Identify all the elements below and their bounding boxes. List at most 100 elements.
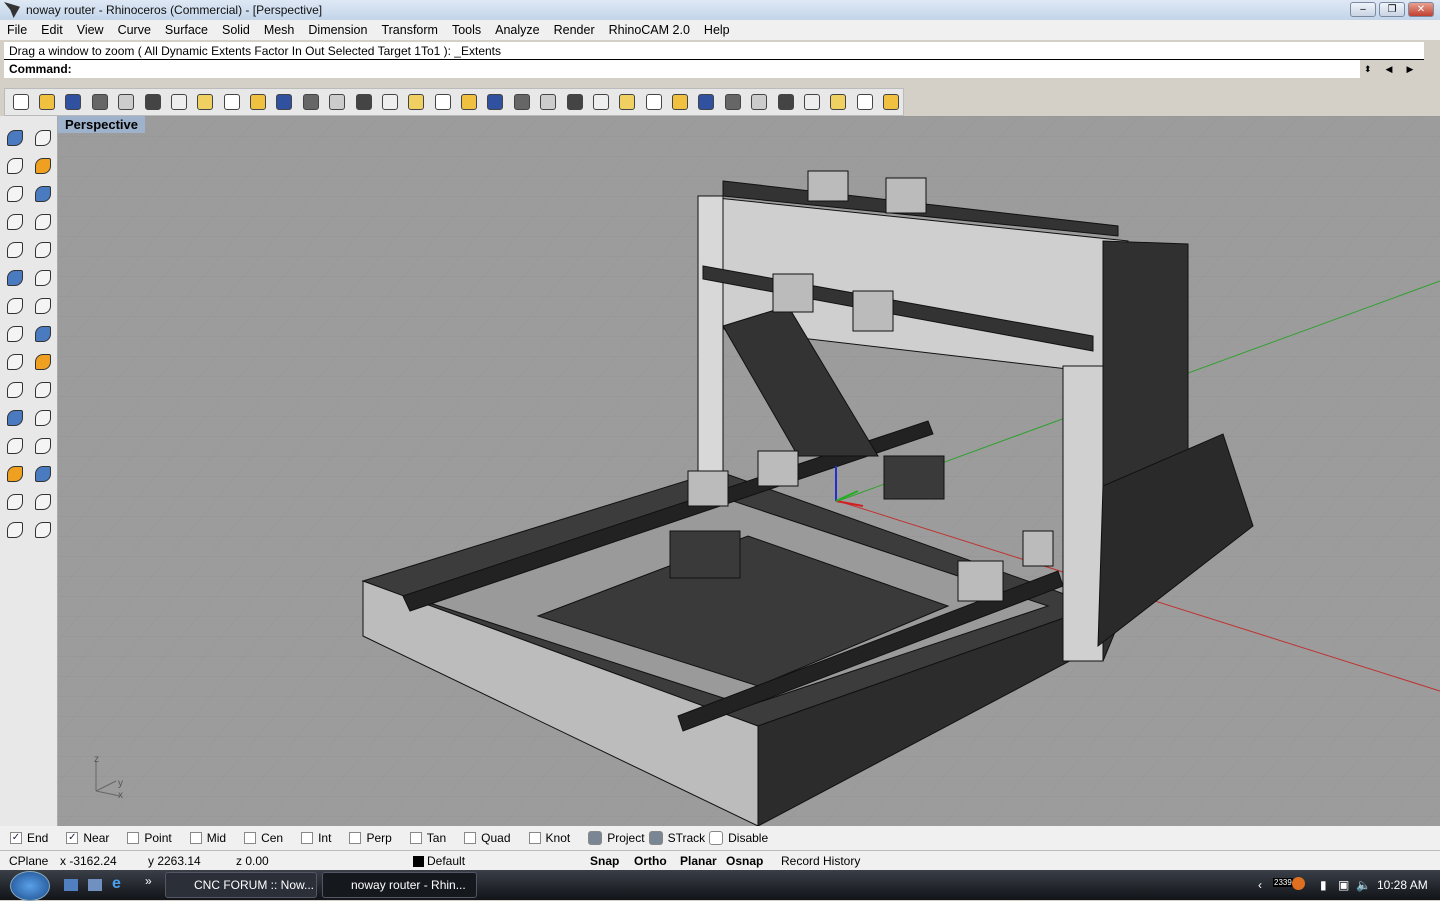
menu-help[interactable]: Help bbox=[697, 23, 737, 37]
layers-icon[interactable] bbox=[642, 90, 665, 114]
menu-solid[interactable]: Solid bbox=[215, 23, 257, 37]
scroll-updown-icon[interactable]: ⬍ bbox=[1364, 64, 1372, 75]
copy-tool-icon[interactable] bbox=[31, 406, 55, 430]
command-input[interactable]: Command: bbox=[4, 60, 1360, 78]
network-icon[interactable]: ▣ bbox=[1338, 878, 1349, 892]
save-icon[interactable] bbox=[62, 90, 85, 114]
menu-file[interactable]: File bbox=[0, 23, 34, 37]
polyline-tool-icon[interactable] bbox=[3, 154, 27, 178]
surface-tool-icon[interactable] bbox=[3, 266, 27, 290]
shaded-icon[interactable] bbox=[721, 90, 744, 114]
osnap-end[interactable]: End bbox=[10, 831, 48, 845]
scroll-left-icon[interactable]: ◀ bbox=[1386, 64, 1393, 75]
light-icon[interactable] bbox=[563, 90, 586, 114]
volume-icon[interactable]: 🔈 bbox=[1356, 878, 1371, 892]
cut-icon[interactable] bbox=[141, 90, 164, 114]
command-scroll[interactable]: ⬍ ◀ ▶ bbox=[1360, 60, 1440, 78]
clock[interactable]: 10:28 AM bbox=[1377, 878, 1428, 892]
join-tool-icon[interactable] bbox=[31, 378, 55, 402]
filter-icon[interactable] bbox=[800, 90, 823, 114]
zoom-extents-icon[interactable] bbox=[352, 90, 375, 114]
help-icon[interactable] bbox=[879, 90, 902, 114]
circle-tool-icon[interactable] bbox=[3, 182, 27, 206]
quicklaunch-more[interactable]: » bbox=[145, 874, 152, 888]
curve-tool-icon[interactable] bbox=[31, 154, 55, 178]
lightbulb-icon[interactable] bbox=[589, 90, 612, 114]
toggle-disable[interactable]: Disable bbox=[709, 831, 768, 845]
osnap-mid[interactable]: Mid bbox=[189, 831, 226, 845]
rectangle-tool-icon[interactable] bbox=[31, 210, 55, 234]
scroll-right-icon[interactable]: ▶ bbox=[1406, 64, 1413, 75]
import-icon[interactable] bbox=[115, 90, 138, 114]
layer-name[interactable]: Default bbox=[427, 854, 465, 868]
menu-tools[interactable]: Tools bbox=[445, 23, 488, 37]
osnap-tan[interactable]: Tan bbox=[409, 831, 446, 845]
arc-tool-icon[interactable] bbox=[3, 210, 27, 234]
rotate-view-icon[interactable] bbox=[405, 90, 428, 114]
dimension-tool-icon[interactable] bbox=[31, 490, 55, 514]
tray-expand-icon[interactable]: ‹ bbox=[1258, 878, 1262, 892]
tray-app-icon[interactable] bbox=[1292, 877, 1305, 890]
show-desktop-icon[interactable] bbox=[64, 879, 78, 891]
model-canvas[interactable]: z y x bbox=[58, 116, 1440, 826]
polygon-tool-icon[interactable] bbox=[3, 238, 27, 262]
menu-analyze[interactable]: Analyze bbox=[488, 23, 546, 37]
cylinder-tool-icon[interactable] bbox=[3, 322, 27, 346]
osnap-near[interactable]: Near bbox=[66, 831, 109, 845]
toggle-project[interactable]: Project bbox=[588, 831, 645, 845]
four-viewports-icon[interactable] bbox=[431, 90, 454, 114]
move-tool-icon[interactable] bbox=[3, 406, 27, 430]
checkbox[interactable] bbox=[409, 832, 422, 844]
toggle-box[interactable] bbox=[709, 831, 724, 845]
new-file-icon[interactable] bbox=[9, 90, 32, 114]
lock-icon[interactable] bbox=[616, 90, 639, 114]
checkbox[interactable] bbox=[66, 832, 79, 844]
menu-render[interactable]: Render bbox=[547, 23, 602, 37]
record-history-toggle[interactable]: Record History bbox=[781, 854, 860, 868]
layer-color-swatch[interactable] bbox=[413, 856, 424, 867]
sphere-icon[interactable] bbox=[774, 90, 797, 114]
osnap-int[interactable]: Int bbox=[301, 831, 331, 845]
rendered-icon[interactable] bbox=[748, 90, 771, 114]
maximize-button[interactable]: ❐ bbox=[1379, 2, 1405, 17]
osnap-cen[interactable]: Cen bbox=[244, 831, 283, 845]
ortho-toggle[interactable]: Ortho bbox=[634, 854, 667, 868]
select-tool-icon[interactable] bbox=[3, 126, 27, 150]
split-tool-icon[interactable] bbox=[3, 378, 27, 402]
scale-tool-icon[interactable] bbox=[31, 434, 55, 458]
pan-hand-icon[interactable] bbox=[246, 90, 269, 114]
grid-icon[interactable] bbox=[484, 90, 507, 114]
undo-icon[interactable] bbox=[220, 90, 243, 114]
paste-icon[interactable] bbox=[194, 90, 217, 114]
checkbox[interactable] bbox=[244, 832, 257, 844]
boolean-tool-icon[interactable] bbox=[31, 294, 55, 318]
toggle-box[interactable] bbox=[648, 831, 663, 845]
snap-toggle[interactable]: Snap bbox=[590, 854, 619, 868]
solid-tool-icon[interactable] bbox=[3, 518, 27, 542]
hatch-tool-icon[interactable] bbox=[31, 518, 55, 542]
close-button[interactable]: ✕ bbox=[1408, 2, 1434, 17]
osnap-knot[interactable]: Knot bbox=[528, 831, 570, 845]
menu-curve[interactable]: Curve bbox=[111, 23, 158, 37]
settings-icon[interactable] bbox=[827, 90, 850, 114]
rotate-icon[interactable] bbox=[273, 90, 296, 114]
explode-tool-icon[interactable] bbox=[3, 350, 27, 374]
car-icon[interactable] bbox=[457, 90, 480, 114]
fillet-tool-icon[interactable] bbox=[31, 238, 55, 262]
point-tool-icon[interactable] bbox=[31, 126, 55, 150]
task-cnc-forum[interactable]: CNC FORUM :: Now... bbox=[165, 872, 317, 898]
checkbox[interactable] bbox=[189, 832, 202, 844]
print-icon[interactable] bbox=[88, 90, 111, 114]
menu-view[interactable]: View bbox=[70, 23, 111, 37]
zoom-in-icon[interactable] bbox=[299, 90, 322, 114]
group-tool-icon[interactable] bbox=[3, 490, 27, 514]
plane-tool-icon[interactable] bbox=[31, 322, 55, 346]
perspective-viewport[interactable]: Perspective z y x bbox=[58, 116, 1440, 826]
planar-toggle[interactable]: Planar bbox=[680, 854, 717, 868]
osnap-quad[interactable]: Quad bbox=[464, 831, 511, 845]
box-tool-icon[interactable] bbox=[3, 294, 27, 318]
zoom-selected-icon[interactable] bbox=[378, 90, 401, 114]
menu-edit[interactable]: Edit bbox=[34, 23, 70, 37]
ellipse-tool-icon[interactable] bbox=[31, 182, 55, 206]
minimize-button[interactable]: – bbox=[1350, 2, 1376, 17]
